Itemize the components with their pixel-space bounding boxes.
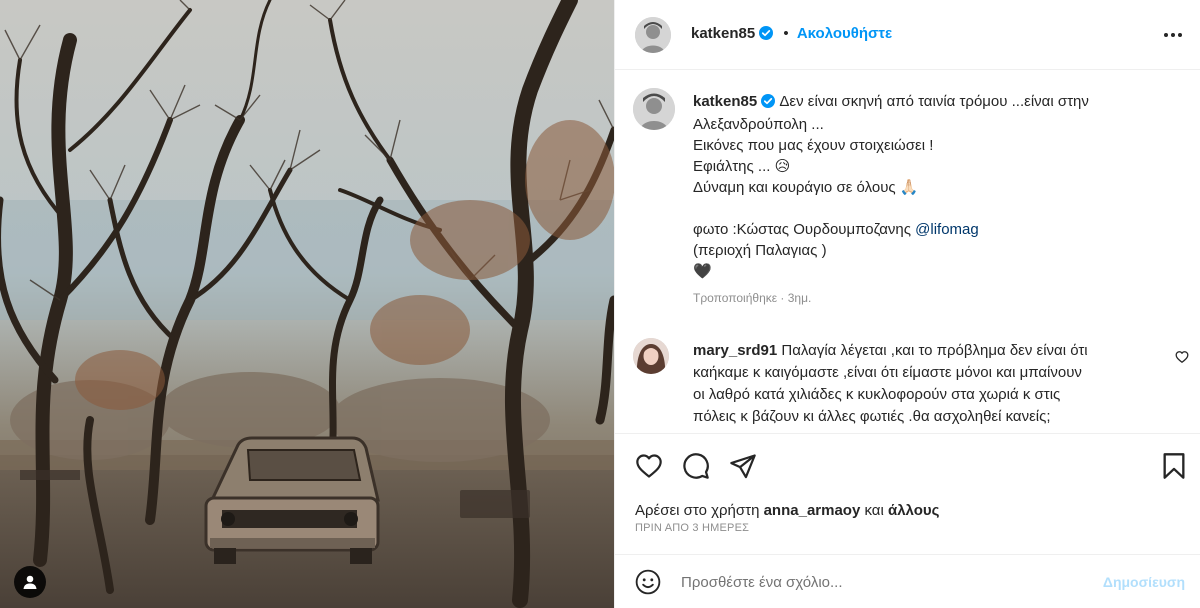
post-photo[interactable] xyxy=(0,0,614,608)
commenter-avatar[interactable] xyxy=(633,338,669,374)
comment-input[interactable] xyxy=(681,570,1071,594)
author-username[interactable]: katken85 xyxy=(691,25,755,42)
comment-line: Παλαγία λέγεται ,και το πρόβλημα δεν είν… xyxy=(777,342,1088,359)
caption-author-avatar[interactable] xyxy=(633,88,675,130)
caption-line: Εφιάλτης ... 😥 xyxy=(693,158,791,175)
commenter-username[interactable]: mary_srd91 xyxy=(693,342,777,359)
author-avatar[interactable] xyxy=(635,17,671,53)
post-sidebar: katken85 • Ακολουθήστε katken85 Δεν είνα… xyxy=(614,0,1200,608)
comment-like-button[interactable] xyxy=(1175,350,1189,367)
caption-username[interactable]: katken85 xyxy=(693,93,757,110)
mention-link[interactable]: @lifomag xyxy=(915,221,979,238)
caption-line: Δύναμη και κουράγιο σε όλους 🙏🏻 xyxy=(693,179,919,196)
burned-landscape-image xyxy=(0,0,614,608)
comment-bubble-icon xyxy=(683,453,709,479)
user-icon xyxy=(23,575,37,589)
post-comment-button[interactable]: Δημοσίευση xyxy=(1103,574,1185,590)
likes-user-link[interactable]: anna_armaoy xyxy=(764,502,861,519)
likes-summary: Αρέσει στο χρήστη anna_armaoy και άλλους xyxy=(635,502,939,519)
emoji-button[interactable] xyxy=(635,569,661,598)
post-timestamp[interactable]: ΠΡΙΝ ΑΠΟ 3 ΗΜΕΡΕΣ xyxy=(635,522,749,534)
heart-icon xyxy=(636,454,662,478)
emoji-smile-icon xyxy=(635,569,661,595)
caption-line: 🖤 xyxy=(693,263,712,280)
post-actions: Αρέσει στο χρήστη anna_armaoy και άλλους… xyxy=(615,433,1200,553)
caption-line: (περιοχή Παλαγιας ) xyxy=(693,242,827,259)
header-separator: • xyxy=(783,25,789,42)
more-options-button[interactable] xyxy=(1163,25,1183,48)
like-button[interactable] xyxy=(635,452,663,483)
post-header: katken85 • Ακολουθήστε xyxy=(615,0,1200,70)
verified-badge-icon xyxy=(759,26,774,44)
caption-line: Εικόνες που μας έχουν στοιχειώσει ! xyxy=(693,137,934,154)
add-comment-bar: Δημοσίευση xyxy=(615,554,1200,608)
comment-line: πόλεις κ βάζουν κι άλλες φωτιές .θα ασχο… xyxy=(693,408,1051,425)
share-button[interactable] xyxy=(729,452,757,483)
comment-line: καήκαμε κ καιγόμαστε ,είναι ότι είμαστε … xyxy=(693,364,1082,381)
caption-line: φωτο :Κώστας Ουρδουμποζανης xyxy=(693,221,916,238)
caption-line: Αλεξανδρούπολη ... xyxy=(693,116,824,133)
caption-line: Δεν είναι σκηνή από ταινία τρόμου ...είν… xyxy=(779,93,1089,110)
likes-others-link[interactable]: άλλους xyxy=(888,502,939,519)
bookmark-icon xyxy=(1163,453,1185,479)
save-button[interactable] xyxy=(1161,452,1187,483)
heart-icon xyxy=(1175,351,1189,363)
comments-scroll-area[interactable]: katken85 Δεν είναι σκηνή από ταινία τρόμ… xyxy=(615,71,1200,433)
likes-middle: και xyxy=(860,502,888,519)
paper-plane-icon xyxy=(730,454,756,479)
tagged-users-button[interactable] xyxy=(14,566,46,598)
follow-button[interactable]: Ακολουθήστε xyxy=(797,25,892,42)
verified-badge-icon xyxy=(761,93,776,114)
burned-car xyxy=(204,436,380,564)
comment-button[interactable] xyxy=(682,452,710,483)
likes-prefix: Αρέσει στο χρήστη xyxy=(635,502,764,519)
more-horizontal-icon xyxy=(1164,33,1182,37)
post-caption: katken85 Δεν είναι σκηνή από ταινία τρόμ… xyxy=(693,91,1173,282)
comment-body: mary_srd91 Παλαγία λέγεται ,και το πρόβλ… xyxy=(693,340,1163,428)
comment-line: οι λαθρό κατά χιλιάδες κ κυκλοφορούν στα… xyxy=(693,386,1061,403)
caption-meta: Τροποποιήθηκε · 3ημ. xyxy=(693,291,812,305)
